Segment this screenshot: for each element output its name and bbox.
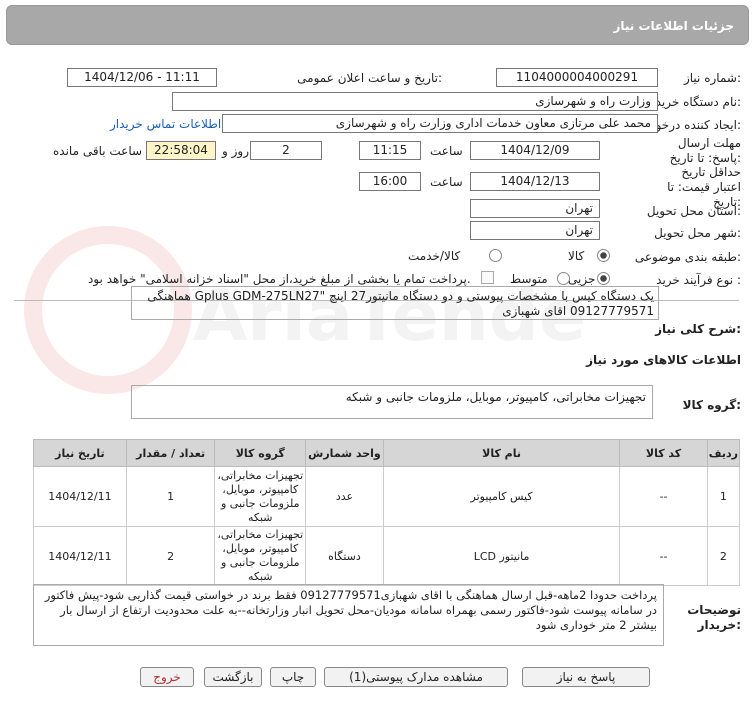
- col-group: گروه کالا: [214, 439, 307, 467]
- print-button[interactable]: چاپ: [270, 667, 316, 687]
- cell-group: تجهیزات مخابراتی، کامپیوتر، موبایل، ملزو…: [214, 466, 307, 527]
- cell-row: 2: [706, 526, 741, 586]
- remaining-label: ساعت باقی مانده: [53, 144, 143, 158]
- reply-time-field: 11:15: [359, 141, 421, 160]
- exit-button[interactable]: خروج: [140, 667, 194, 687]
- buyer-notes-field: پرداخت حدودا 2ماهه-قبل ارسال هماهنگی با …: [33, 584, 664, 646]
- process-partial-radio[interactable]: [597, 272, 610, 285]
- cell-unit: عدد: [305, 466, 384, 527]
- col-qty: تعداد / مقدار: [125, 439, 216, 467]
- col-row: ردیف: [706, 439, 741, 467]
- cell-unit: دستگاه: [305, 526, 384, 586]
- city-field: تهران: [470, 221, 600, 240]
- validity-date-field: 1404/12/13: [470, 172, 600, 191]
- cell-date: 1404/12/11: [33, 526, 127, 586]
- general-desc-label: شرح کلی نیاز:: [655, 322, 741, 336]
- table-header-row: ردیف کد کالا نام کالا واحد شمارش گروه کا…: [33, 439, 741, 467]
- table-row: 2 -- مانیتور LCD دستگاه تجهیزات مخابراتی…: [33, 526, 741, 586]
- col-unit: واحد شمارش: [305, 439, 384, 467]
- page-header: جزئیات اطلاعات نیاز: [6, 5, 749, 45]
- category-label: طبقه بندی موضوعی:: [634, 250, 741, 264]
- cell-row: 1: [706, 466, 741, 527]
- process-type-label: نوع فرآیند خرید :: [656, 273, 741, 287]
- day-and-label: روز و: [222, 144, 249, 158]
- reply-deadline-label: مهلت ارسال پاسخ: تا تاریخ:: [669, 136, 741, 165]
- announce-datetime-label: تاریخ و ساعت اعلان عمومی:: [297, 71, 442, 85]
- goods-table: ردیف کد کالا نام کالا واحد شمارش گروه کا…: [33, 439, 741, 586]
- cell-group: تجهیزات مخابراتی، کامپیوتر، موبایل، ملزو…: [214, 526, 307, 586]
- cell-name: کیس کامپیوتر: [382, 466, 621, 527]
- city-label: شهر محل تحویل:: [654, 226, 741, 240]
- category-goods-radio[interactable]: [597, 249, 610, 262]
- category-goods-service-label: کالا/خدمت: [408, 249, 461, 263]
- col-date: تاریخ نیاز: [33, 439, 127, 467]
- col-code: کد کالا: [619, 439, 708, 467]
- page-title: جزئیات اطلاعات نیاز: [613, 19, 734, 33]
- province-field: تهران: [470, 199, 600, 218]
- requester-field: محمد علی مرتازی معاون خدمات اداری وزارت …: [222, 114, 658, 133]
- reply-date-field: 1404/12/09: [470, 141, 600, 160]
- goods-info-heading: اطلاعات کالاهای مورد نیاز: [586, 353, 741, 367]
- process-partial-label: جزیی: [568, 272, 596, 286]
- category-goods-service-radio[interactable]: [489, 249, 502, 262]
- general-desc-field: یک دستگاه کیس با مشخصات پیوستی و دو دستگ…: [131, 286, 659, 320]
- need-number-label: شماره نیاز:: [683, 71, 741, 85]
- contact-buyer-link[interactable]: اطلاعات تماس خریدار: [110, 117, 221, 131]
- cell-name: مانیتور LCD: [382, 526, 621, 586]
- table-row: 1 -- کیس کامپیوتر عدد تجهیزات مخابراتی، …: [33, 466, 741, 527]
- validity-time-label: ساعت: [430, 175, 463, 189]
- view-documents-button[interactable]: مشاهده مدارک پیوستی(1): [324, 667, 508, 687]
- goods-group-label: گروه کالا:: [682, 398, 741, 412]
- treasury-payment-note: پرداخت تمام یا بخشی از مبلغ خرید،از محل …: [88, 272, 471, 286]
- reply-button[interactable]: پاسخ به نیاز: [522, 667, 650, 687]
- back-button[interactable]: بازگشت: [204, 667, 262, 687]
- validity-time-field: 16:00: [359, 172, 421, 191]
- announce-datetime-field: 1404/12/06 - 11:11: [67, 68, 217, 87]
- process-medium-label: متوسط: [510, 272, 548, 286]
- cell-date: 1404/12/11: [33, 466, 127, 527]
- cell-code: --: [619, 466, 708, 527]
- reply-time-label: ساعت: [430, 144, 463, 158]
- process-medium-radio[interactable]: [557, 272, 570, 285]
- buyer-org-field: وزارت راه و شهرسازی: [172, 92, 658, 111]
- cell-qty: 1: [125, 466, 216, 527]
- remaining-time-field: 22:58:04: [146, 141, 216, 160]
- days-field: 2: [250, 141, 322, 160]
- treasury-payment-checkbox[interactable]: [481, 271, 494, 284]
- category-goods-label: کالا: [568, 249, 585, 263]
- need-number-field: 1104000004000291: [496, 68, 658, 87]
- goods-group-field: تجهیزات مخابراتی، کامپیوتر، موبایل، ملزو…: [131, 385, 653, 419]
- cell-code: --: [619, 526, 708, 586]
- buyer-org-label: نام دستگاه خریدار:: [646, 95, 742, 109]
- col-name: نام کالا: [382, 439, 621, 467]
- buyer-notes-label: توضیحات خریدار:: [687, 603, 741, 632]
- province-label: استان محل تحویل:: [646, 204, 741, 218]
- cell-qty: 2: [125, 526, 216, 586]
